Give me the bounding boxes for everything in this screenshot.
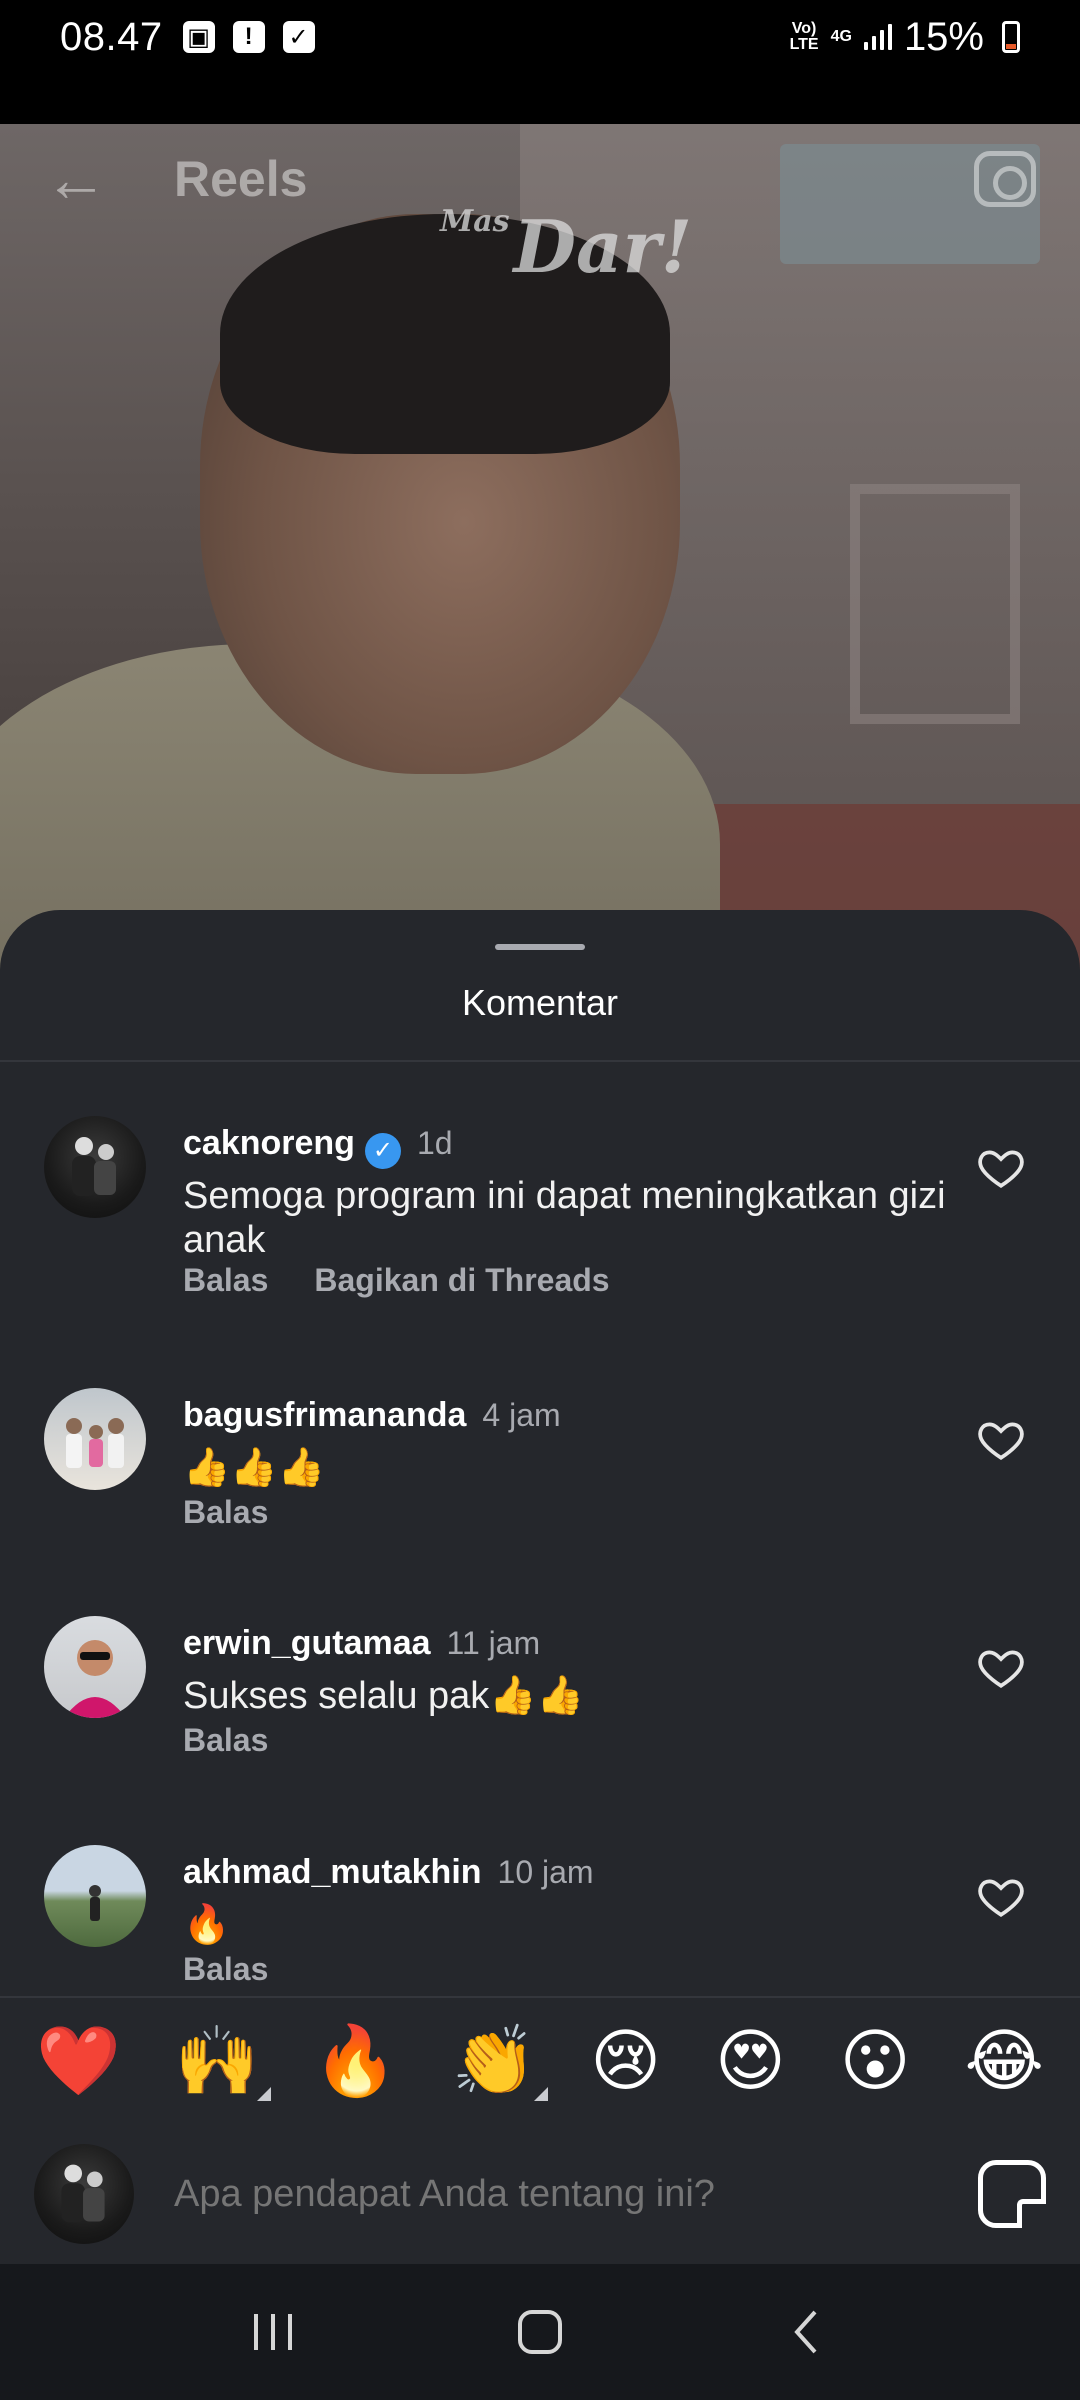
comment-text: 👍👍👍 bbox=[183, 1447, 325, 1489]
avatar[interactable] bbox=[44, 1388, 146, 1490]
camera-icon[interactable] bbox=[974, 151, 1036, 207]
comment-input[interactable] bbox=[174, 2172, 958, 2216]
reaction-laughing[interactable]: 😂 bbox=[964, 2027, 1043, 2095]
sheet-drag-handle[interactable] bbox=[495, 944, 585, 950]
reply-button[interactable]: Balas bbox=[183, 1722, 268, 1759]
recent-apps-button[interactable] bbox=[233, 2292, 313, 2372]
comment-username[interactable]: erwin_gutamaa bbox=[183, 1624, 431, 1662]
status-right: Vo) LTE 4G 15% bbox=[790, 15, 1020, 60]
reaction-clap[interactable]: 👏 bbox=[452, 2027, 549, 2101]
avatar[interactable] bbox=[44, 1616, 146, 1718]
comment-username[interactable]: akhmad_mutakhin bbox=[183, 1853, 482, 1891]
quick-reactions-bar: ❤️ 🙌 🔥 👏 😢 😍 😮 😂 bbox=[0, 1996, 1080, 2124]
reply-button[interactable]: Balas bbox=[183, 1262, 268, 1299]
back-button[interactable] bbox=[767, 2292, 847, 2372]
reaction-heart-eyes[interactable]: 😍 bbox=[715, 2027, 786, 2095]
comment-composer bbox=[0, 2124, 1080, 2264]
system-nav-bar bbox=[0, 2264, 1080, 2400]
home-button[interactable] bbox=[500, 2292, 580, 2372]
skin-tone-indicator-icon bbox=[534, 2087, 549, 2101]
gallery-notification-icon: ▣ bbox=[182, 21, 215, 53]
like-heart-icon[interactable] bbox=[976, 1871, 1026, 1921]
reaction-heart[interactable]: ❤️ bbox=[36, 2027, 121, 2095]
reaction-raised-hands[interactable]: 🙌 bbox=[175, 2027, 272, 2101]
back-arrow-icon[interactable]: ← bbox=[44, 142, 114, 216]
reels-header: ← Reels bbox=[0, 124, 1080, 234]
notification-icons: ▣ ! ✓ bbox=[182, 21, 315, 53]
divider bbox=[0, 1060, 1080, 1062]
volte-icon: Vo) LTE bbox=[789, 20, 819, 53]
status-bar: 08.47 ▣ ! ✓ Vo) LTE 4G 15% bbox=[0, 0, 1080, 74]
comment-text: Sukses selalu pak👍👍 bbox=[183, 1675, 584, 1717]
like-heart-icon[interactable] bbox=[976, 1414, 1026, 1464]
alert-notification-icon: ! bbox=[232, 21, 265, 53]
like-heart-icon[interactable] bbox=[976, 1142, 1026, 1192]
battery-icon bbox=[1002, 21, 1020, 53]
reaction-fire[interactable]: 🔥 bbox=[313, 2027, 398, 2095]
comment-time: 11 jam bbox=[446, 1625, 541, 1661]
comment-username[interactable]: bagusfrimananda bbox=[183, 1396, 466, 1434]
comment-time: 4 jam bbox=[482, 1397, 561, 1433]
comment-text: Semoga program ini dapat meningkatkan gi… bbox=[183, 1175, 946, 1261]
comment-text: 🔥 bbox=[183, 1904, 231, 1946]
avatar[interactable] bbox=[44, 1116, 146, 1218]
network-type-icon: 4G bbox=[830, 28, 852, 45]
comment-time: 1d bbox=[416, 1125, 453, 1161]
battery-percent: 15% bbox=[903, 14, 984, 59]
my-avatar bbox=[34, 2144, 134, 2244]
reply-button[interactable]: Balas bbox=[183, 1951, 268, 1988]
verified-badge-icon: ✓ bbox=[364, 1133, 401, 1169]
reels-title: Reels bbox=[174, 151, 308, 207]
top-band bbox=[0, 74, 1080, 124]
reply-button[interactable]: Balas bbox=[183, 1494, 268, 1531]
sticker-icon[interactable] bbox=[978, 2160, 1046, 2228]
check-notification-icon: ✓ bbox=[282, 21, 315, 53]
share-threads-button[interactable]: Bagikan di Threads bbox=[314, 1262, 609, 1299]
avatar[interactable] bbox=[44, 1845, 146, 1947]
status-time: 08.47 bbox=[60, 14, 163, 59]
sheet-title: Komentar bbox=[461, 982, 619, 1023]
comment-username[interactable]: caknoreng bbox=[183, 1124, 355, 1162]
like-heart-icon[interactable] bbox=[976, 1642, 1026, 1692]
reel-video[interactable]: MasDar! ← Reels bbox=[0, 124, 1080, 1024]
signal-icon bbox=[863, 24, 892, 50]
skin-tone-indicator-icon bbox=[257, 2087, 272, 2101]
reaction-surprised[interactable]: 😮 bbox=[840, 2027, 911, 2095]
reaction-crying[interactable]: 😢 bbox=[590, 2027, 661, 2095]
comment-time: 10 jam bbox=[497, 1854, 594, 1890]
